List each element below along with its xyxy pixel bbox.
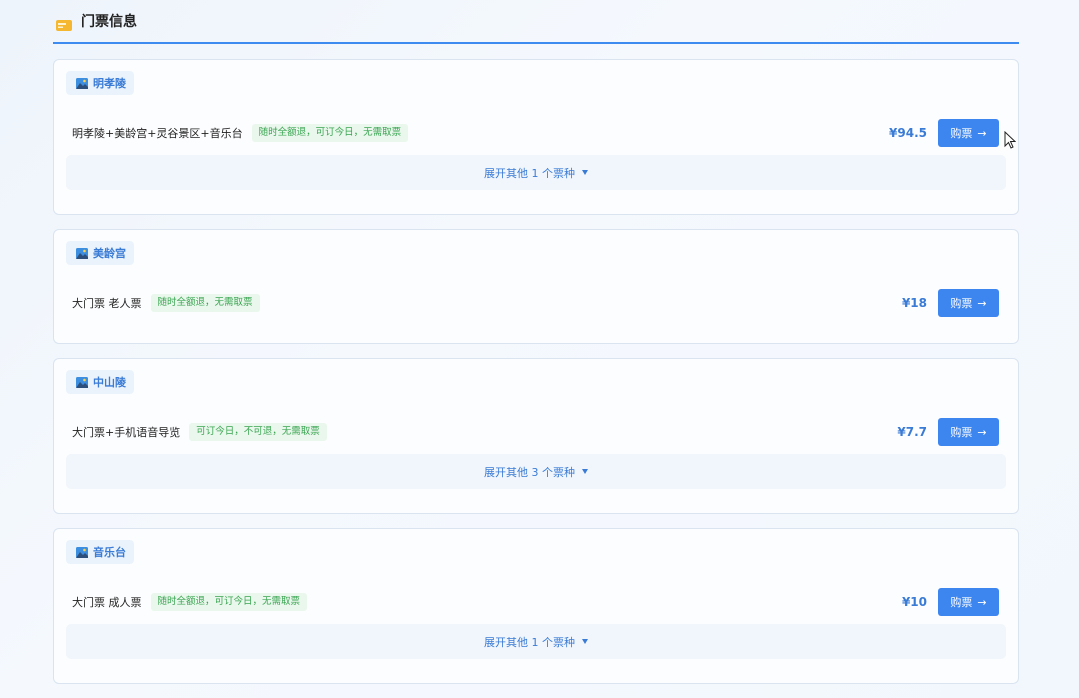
ticket-card: 美龄宫 大门票 老人票 随时全额退，无需取票 ¥18 购票 →	[53, 229, 1019, 344]
ticket-name: 大门票 老人票	[72, 297, 142, 310]
buy-ticket-button[interactable]: 购票 →	[938, 119, 999, 147]
expand-label: 展开其他 1 个票种	[484, 166, 575, 180]
ticket-price: ¥18	[901, 296, 927, 310]
place-tag[interactable]: 美龄宫	[66, 241, 134, 265]
buy-ticket-button[interactable]: 购票 →	[938, 588, 999, 616]
place-tag[interactable]: 音乐台	[66, 540, 134, 564]
arrow-right-icon: →	[977, 425, 987, 439]
arrow-right-icon: →	[977, 595, 987, 609]
expand-label: 展开其他 3 个票种	[484, 465, 575, 479]
place-tag[interactable]: 中山陵	[66, 370, 134, 394]
buy-label: 购票	[950, 297, 973, 310]
ticket-price: ¥7.7	[897, 425, 927, 439]
ticket-price: ¥94.5	[889, 126, 927, 140]
ticket-icon	[56, 16, 72, 31]
buy-ticket-button[interactable]: 购票 →	[938, 418, 999, 446]
ticket-name: 明孝陵+美龄宫+灵谷景区+音乐台	[72, 127, 243, 140]
buy-ticket-button[interactable]: 购票 →	[938, 289, 999, 317]
ticket-price: ¥10	[901, 595, 927, 609]
caret-down-icon	[582, 639, 588, 644]
buy-label: 购票	[950, 426, 973, 439]
landscape-icon	[76, 546, 88, 558]
ticket-row: 大门票 成人票 随时全额退，可订今日，无需取票 ¥10 购票 →	[66, 588, 1006, 616]
landscape-icon	[76, 77, 88, 89]
section-title: 门票信息	[81, 14, 137, 30]
landscape-icon	[76, 247, 88, 259]
place-name: 美龄宫	[93, 247, 126, 260]
section-header: 门票信息	[53, 0, 1019, 44]
place-name: 明孝陵	[93, 77, 126, 90]
buy-label: 购票	[950, 127, 973, 140]
arrow-right-icon: →	[977, 126, 987, 140]
expand-label: 展开其他 1 个票种	[484, 635, 575, 649]
expand-more-tickets[interactable]: 展开其他 3 个票种	[66, 454, 1006, 489]
tickets-section: 门票信息 明孝陵 明孝陵+美龄宫+灵谷景区+音乐台 随时全额退，可订今日，无需取…	[53, 0, 1019, 684]
ticket-policy-badge: 随时全额退，可订今日，无需取票	[150, 593, 308, 611]
caret-down-icon	[582, 469, 588, 474]
place-name: 音乐台	[93, 546, 126, 559]
ticket-card: 音乐台 大门票 成人票 随时全额退，可订今日，无需取票 ¥10 购票 → 展开其…	[53, 528, 1019, 684]
place-name: 中山陵	[93, 376, 126, 389]
ticket-card: 中山陵 大门票+手机语音导览 可订今日，不可退，无需取票 ¥7.7 购票 → 展…	[53, 358, 1019, 514]
ticket-name: 大门票+手机语音导览	[72, 426, 181, 439]
landscape-icon	[76, 376, 88, 388]
place-tag[interactable]: 明孝陵	[66, 71, 134, 95]
mouse-cursor-icon	[1004, 131, 1016, 149]
ticket-row: 大门票 老人票 随时全额退，无需取票 ¥18 购票 →	[66, 289, 1006, 317]
expand-more-tickets[interactable]: 展开其他 1 个票种	[66, 155, 1006, 190]
ticket-policy-badge: 随时全额退，可订今日，无需取票	[251, 124, 409, 142]
caret-down-icon	[582, 170, 588, 175]
expand-more-tickets[interactable]: 展开其他 1 个票种	[66, 624, 1006, 659]
buy-label: 购票	[950, 596, 973, 609]
ticket-row: 明孝陵+美龄宫+灵谷景区+音乐台 随时全额退，可订今日，无需取票 ¥94.5 购…	[66, 119, 1006, 147]
ticket-policy-badge: 可订今日，不可退，无需取票	[189, 423, 327, 441]
ticket-name: 大门票 成人票	[72, 596, 142, 609]
ticket-card: 明孝陵 明孝陵+美龄宫+灵谷景区+音乐台 随时全额退，可订今日，无需取票 ¥94…	[53, 59, 1019, 215]
arrow-right-icon: →	[977, 296, 987, 310]
ticket-policy-badge: 随时全额退，无需取票	[150, 294, 260, 312]
ticket-row: 大门票+手机语音导览 可订今日，不可退，无需取票 ¥7.7 购票 →	[66, 418, 1006, 446]
